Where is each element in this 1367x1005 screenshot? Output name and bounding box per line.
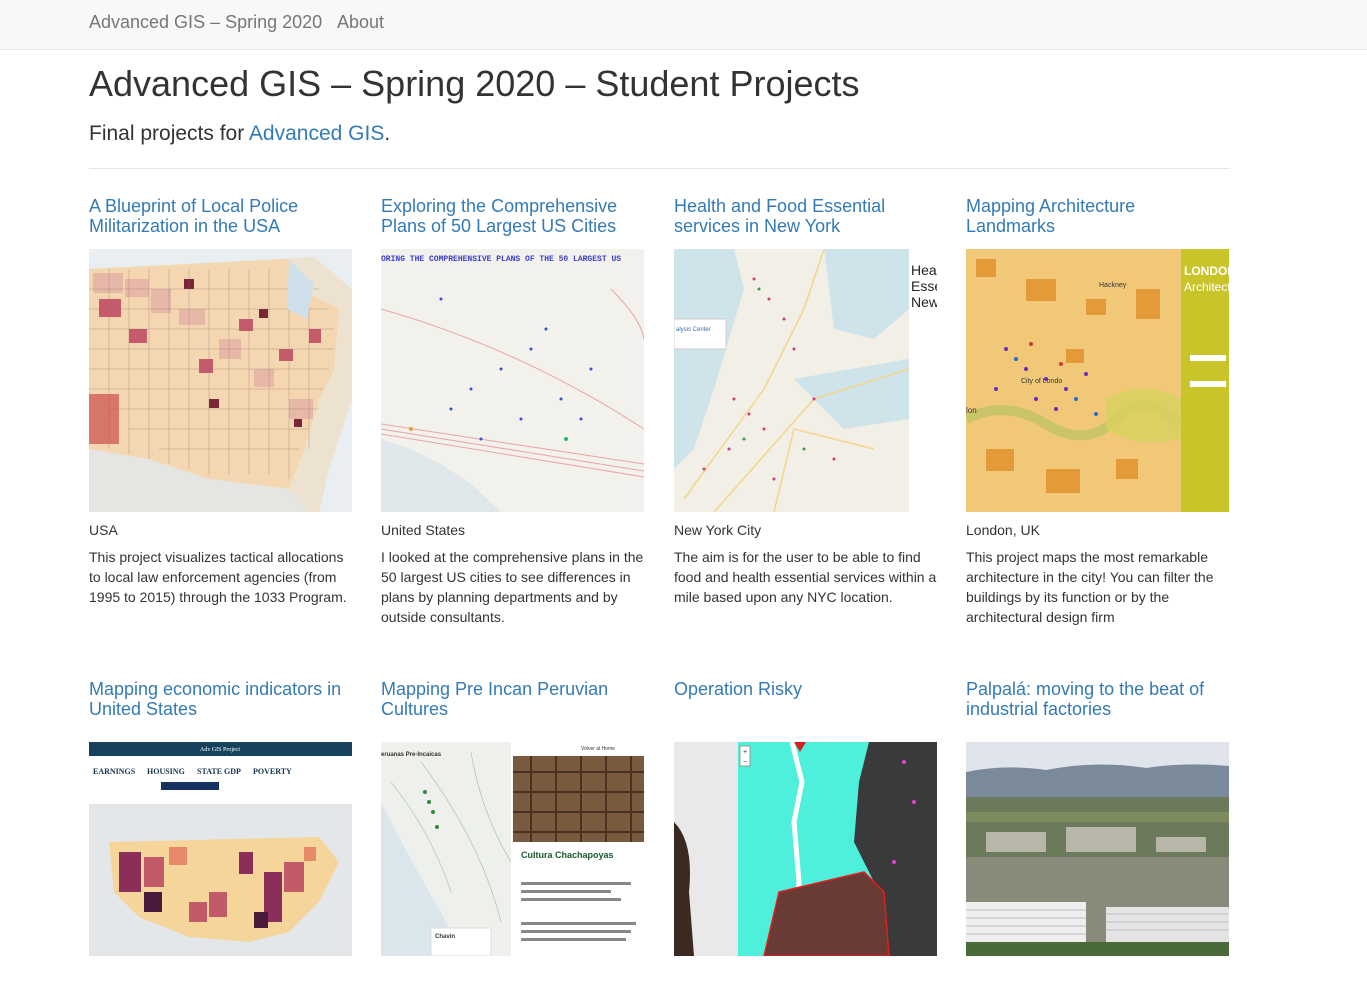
peru-map-icon: eruanas Pre-Incaicas Volver al Home Cult…: [381, 742, 644, 956]
top-navbar: Advanced GIS – Spring 2020 About: [0, 0, 1367, 50]
thumb-side-text: Esse: [911, 278, 937, 294]
project-card: Exploring the Comprehensive Plans of 50 …: [381, 196, 644, 625]
zoom-in-icon[interactable]: +: [743, 749, 747, 756]
risk-map-icon: + −: [674, 742, 937, 956]
thumb-banner-text: ORING THE COMPREHENSIVE PLANS OF THE 50 …: [381, 255, 621, 264]
us-map-icon: ORING THE COMPREHENSIVE PLANS OF THE 50 …: [381, 249, 644, 512]
london-map-icon: Hackney City of Londo lon LONDON Archite…: [966, 249, 1229, 512]
project-thumbnail[interactable]: Adv GIS Project EARNINGS HOUSING STATE G…: [89, 742, 352, 1005]
thumb-side-text: LONDON: [1184, 264, 1229, 278]
project-title-link[interactable]: Mapping Architecture Landmarks: [966, 196, 1229, 240]
thumb-map-label: City of Londo: [1021, 378, 1062, 385]
thumb-map-label: lon: [966, 406, 977, 415]
project-card: Mapping Architecture Landmarks Hackney C…: [966, 196, 1229, 625]
project-title-link[interactable]: Exploring the Comprehensive Plans of 50 …: [381, 196, 644, 240]
advanced-gis-link[interactable]: Advanced GIS: [249, 122, 384, 145]
subtitle-prefix: Final projects for: [89, 122, 249, 145]
project-card: Mapping economic indicators in United St…: [89, 679, 352, 956]
choropleth-map-icon: [89, 249, 352, 512]
zoom-out-icon[interactable]: −: [743, 759, 747, 766]
project-location: London, UK: [966, 522, 1040, 538]
subtitle-suffix: .: [384, 122, 391, 145]
economic-map-icon: Adv GIS Project EARNINGS HOUSING STATE G…: [89, 742, 352, 956]
project-title-link[interactable]: Mapping Pre Incan Peruvian Cultures: [381, 679, 644, 723]
page-subtitle: Final projects for Advanced GIS.: [89, 119, 1229, 149]
project-title-link[interactable]: Operation Risky: [674, 679, 937, 723]
thumb-tab: HOUSING: [147, 767, 185, 776]
project-description: This project visualizes tactical allocat…: [89, 549, 347, 605]
project-description: The aim is for the user to be able to fi…: [674, 549, 937, 605]
aerial-photo-icon: [966, 742, 1229, 956]
project-thumbnail[interactable]: ORING THE COMPREHENSIVE PLANS OF THE 50 …: [381, 249, 644, 512]
project-description: I looked at the comprehensive plans in t…: [381, 549, 644, 625]
page-header: Advanced GIS – Spring 2020 – Student Pro…: [89, 63, 1229, 149]
project-title-link[interactable]: A Blueprint of Local Police Militarizati…: [89, 196, 352, 240]
project-thumbnail[interactable]: + −: [674, 742, 937, 1005]
thumb-map-label: Hackney: [1099, 282, 1127, 289]
thumb-top-text: Volver al Home: [581, 746, 615, 752]
project-title-link[interactable]: Mapping economic indicators in United St…: [89, 679, 352, 723]
header-divider: [89, 168, 1229, 169]
page-title: Advanced GIS – Spring 2020 – Student Pro…: [89, 63, 860, 104]
project-card: A Blueprint of Local Police Militarizati…: [89, 196, 352, 605]
thumb-card-label: Chavin: [435, 934, 455, 940]
project-card: Operation Risky + −: [674, 679, 937, 956]
thumb-side-text: Architect: [1184, 280, 1229, 294]
thumb-tab: POVERTY: [253, 767, 292, 776]
navbar-brand[interactable]: Advanced GIS – Spring 2020: [89, 12, 322, 33]
project-thumbnail[interactable]: [966, 742, 1229, 1005]
project-thumbnail[interactable]: [89, 249, 352, 512]
project-thumbnail[interactable]: Hackney City of Londo lon LONDON Archite…: [966, 249, 1229, 512]
project-card: Palpalá: moving to the beat of industria…: [966, 679, 1229, 956]
project-location: USA: [89, 522, 118, 538]
thumb-tab: EARNINGS: [93, 767, 136, 776]
project-title-link[interactable]: Health and Food Essential services in Ne…: [674, 196, 937, 240]
project-location: New York City: [674, 522, 762, 538]
project-thumbnail[interactable]: Hea Esse New alysis Center: [674, 249, 937, 512]
project-card: Mapping Pre Incan Peruvian Cultures erua…: [381, 679, 644, 956]
thumb-heading: Cultura Chachapoyas: [521, 850, 614, 860]
thumb-side-text: New: [911, 294, 937, 310]
project-title-link[interactable]: Palpalá: moving to the beat of industria…: [966, 679, 1229, 723]
thumb-tab: STATE GDP: [197, 767, 241, 776]
thumb-side-title: eruanas Pre-Incaicas: [381, 752, 442, 758]
thumb-popup-text: alysis Center: [676, 327, 711, 333]
nav-about-link[interactable]: About: [337, 12, 384, 33]
project-location: United States: [381, 522, 466, 538]
project-thumbnail[interactable]: eruanas Pre-Incaicas Volver al Home Cult…: [381, 742, 644, 1005]
thumb-header-text: Adv GIS Project: [200, 747, 240, 753]
project-card: Health and Food Essential services in Ne…: [674, 196, 937, 605]
nyc-map-icon: Hea Esse New alysis Center: [674, 249, 937, 512]
thumb-side-text: Hea: [911, 262, 937, 278]
project-description: This project maps the most remarkable ar…: [966, 549, 1214, 625]
